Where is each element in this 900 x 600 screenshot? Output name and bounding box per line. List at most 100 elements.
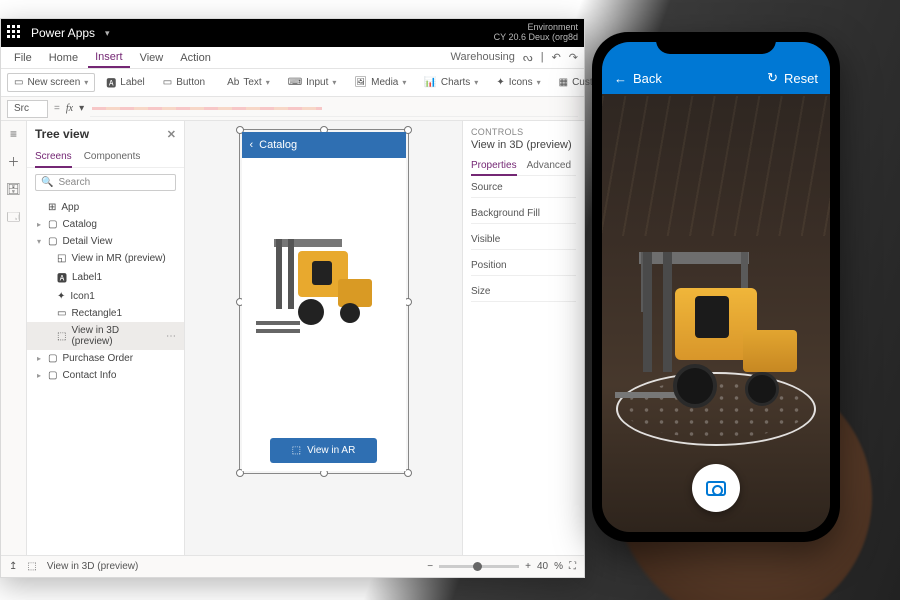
fx-icon: fx xyxy=(66,103,73,114)
forklift-ar-model[interactable] xyxy=(621,252,811,432)
forklift-model xyxy=(264,239,384,349)
undo-icon[interactable]: ↶ xyxy=(552,51,561,64)
editor-body: ≡ ＋ 🗄 🗔 Tree view✕ Screens Components 🔍S… xyxy=(1,121,584,555)
ar-cube-icon: ⬚ xyxy=(292,445,301,456)
tab-components[interactable]: Components xyxy=(84,147,141,167)
more-icon[interactable]: ⋯ xyxy=(166,331,176,342)
chevron-up-icon[interactable]: ↥ xyxy=(9,561,17,572)
canvas[interactable]: ‹ Catalog ⬚View in AR xyxy=(185,121,462,555)
zoom-controls: − + 40 % ⛶ xyxy=(427,561,576,572)
insert-toolbar: ▭ New screen ▾ 🅰 Label ▭ Button Ab Text … xyxy=(1,69,584,97)
app-header-title: Catalog xyxy=(259,139,297,151)
node-app[interactable]: ⊞ App xyxy=(27,199,184,216)
selected-element-icon: ⬚ xyxy=(27,561,36,572)
tree-view-pane: Tree view✕ Screens Components 🔍Search ⊞ … xyxy=(27,121,185,555)
stage: Power Apps ▾ Environment CY 20.6 Deux (o… xyxy=(0,0,900,600)
prop-source[interactable]: Source xyxy=(471,182,576,198)
zoom-in-button[interactable]: + xyxy=(525,561,531,572)
back-button[interactable]: ←Back xyxy=(614,71,662,86)
property-selector[interactable]: Src xyxy=(7,100,48,118)
node-view-3d[interactable]: ⬚ View in 3D (preview)⋯ xyxy=(27,322,184,350)
node-detail[interactable]: ▾▢ Detail View xyxy=(27,233,184,250)
tree-list: ⊞ App ▸▢ Catalog ▾▢ Detail View ◱ View i… xyxy=(27,197,184,555)
redo-icon[interactable]: ↷ xyxy=(569,51,578,64)
input-menu[interactable]: ⌨ Input ▾ xyxy=(281,73,344,92)
menu-action[interactable]: Action xyxy=(173,49,218,67)
checker-icon[interactable]: ᔓ xyxy=(523,51,533,64)
reset-button[interactable]: ↻Reset xyxy=(767,70,818,86)
node-purchase-order[interactable]: ▸▢ Purchase Order xyxy=(27,350,184,367)
divider: | xyxy=(541,51,544,64)
zoom-out-button[interactable]: − xyxy=(427,561,433,572)
title-bar: Power Apps ▾ Environment CY 20.6 Deux (o… xyxy=(1,19,584,47)
menu-insert[interactable]: Insert xyxy=(88,48,130,68)
powerapps-editor: Power Apps ▾ Environment CY 20.6 Deux (o… xyxy=(0,18,585,578)
warehouse-bg xyxy=(602,96,830,236)
selected-element-name[interactable]: View in 3D (preview) xyxy=(47,561,139,572)
phone-screen: ←Back ↻Reset xyxy=(602,42,830,532)
fit-to-window-icon[interactable]: ⛶ xyxy=(569,561,576,572)
arrow-left-icon: ← xyxy=(614,71,627,86)
zoom-thumb[interactable] xyxy=(473,562,482,571)
app-title: Warehousing xyxy=(450,51,514,64)
new-screen-button[interactable]: ▭ New screen ▾ xyxy=(7,73,95,92)
node-rectangle1[interactable]: ▭ Rectangle1 xyxy=(27,305,184,322)
left-rail: ≡ ＋ 🗄 🗔 xyxy=(1,121,27,555)
app-name: Power Apps xyxy=(31,26,95,40)
tab-screens[interactable]: Screens xyxy=(35,147,72,168)
phone-mockup: ←Back ↻Reset xyxy=(592,32,840,542)
search-icon: 🔍 xyxy=(41,177,53,188)
node-catalog[interactable]: ▸▢ Catalog xyxy=(27,216,184,233)
menu-file[interactable]: File xyxy=(7,49,39,67)
node-label1[interactable]: 🅰 Label1 xyxy=(27,267,184,288)
icons-menu[interactable]: ✦ Icons ▾ xyxy=(489,73,547,92)
prop-position[interactable]: Position xyxy=(471,260,576,276)
selection-box[interactable]: ‹ Catalog ⬚View in AR xyxy=(239,129,409,474)
app-header: ‹ Catalog xyxy=(242,132,406,158)
menu-view[interactable]: View xyxy=(133,49,171,67)
media-menu[interactable]: 🖼 Media ▾ xyxy=(347,73,413,92)
label-button[interactable]: 🅰 Label xyxy=(99,71,151,94)
insert-pane-icon[interactable]: ＋ xyxy=(7,153,19,170)
chevron-down-icon[interactable]: ▾ xyxy=(105,28,110,39)
props-caption: CONTROLS xyxy=(471,127,576,137)
formula-bar: Src = fx▾ xyxy=(1,97,584,121)
status-bar: ↥ ⬚ View in 3D (preview) − + 40 % ⛶ xyxy=(1,555,584,577)
app-launcher-icon[interactable] xyxy=(7,25,23,41)
tree-view-icon[interactable]: ≡ xyxy=(10,127,17,141)
env-value: CY 20.6 Deux (org8d xyxy=(494,33,578,43)
media-pane-icon[interactable]: 🗔 xyxy=(7,208,20,229)
zoom-slider[interactable] xyxy=(439,565,519,568)
charts-menu[interactable]: 📊 Charts ▾ xyxy=(417,73,485,92)
environment-label[interactable]: Environment CY 20.6 Deux (org8d xyxy=(494,23,578,43)
prop-background-fill[interactable]: Background Fill xyxy=(471,208,576,224)
text-menu[interactable]: Ab Text ▾ xyxy=(220,73,277,92)
reset-icon: ↻ xyxy=(767,70,778,86)
phone-notch xyxy=(656,32,776,54)
view-in-ar-button[interactable]: ⬚View in AR xyxy=(270,438,378,463)
zoom-value: 40 xyxy=(537,561,548,572)
view-3d-control[interactable] xyxy=(242,158,406,430)
node-view-mr[interactable]: ◱ View in MR (preview) xyxy=(27,250,184,267)
button-button[interactable]: ▭ Button xyxy=(156,73,212,92)
props-control-name: View in 3D (preview) xyxy=(471,139,576,151)
close-icon[interactable]: ✕ xyxy=(167,128,176,141)
search-placeholder: Search xyxy=(58,177,90,188)
node-icon1[interactable]: ✦ Icon1 xyxy=(27,288,184,305)
tab-advanced[interactable]: Advanced xyxy=(527,157,571,175)
node-contact-info[interactable]: ▸▢ Contact Info xyxy=(27,367,184,384)
prop-visible[interactable]: Visible xyxy=(471,234,576,250)
camera-icon xyxy=(706,481,726,496)
properties-pane: CONTROLS View in 3D (preview) Properties… xyxy=(462,121,584,555)
equals: = xyxy=(54,103,60,114)
search-input[interactable]: 🔍 Search xyxy=(35,174,176,191)
prop-size[interactable]: Size xyxy=(471,286,576,302)
back-icon[interactable]: ‹ xyxy=(250,139,254,151)
menu-home[interactable]: Home xyxy=(42,49,85,67)
capture-button[interactable] xyxy=(692,464,740,512)
app-preview: ‹ Catalog ⬚View in AR xyxy=(242,132,406,471)
formula-input[interactable] xyxy=(90,101,578,117)
zoom-percent: % xyxy=(554,561,563,572)
data-pane-icon[interactable]: 🗄 xyxy=(6,182,21,196)
tab-properties[interactable]: Properties xyxy=(471,157,517,176)
